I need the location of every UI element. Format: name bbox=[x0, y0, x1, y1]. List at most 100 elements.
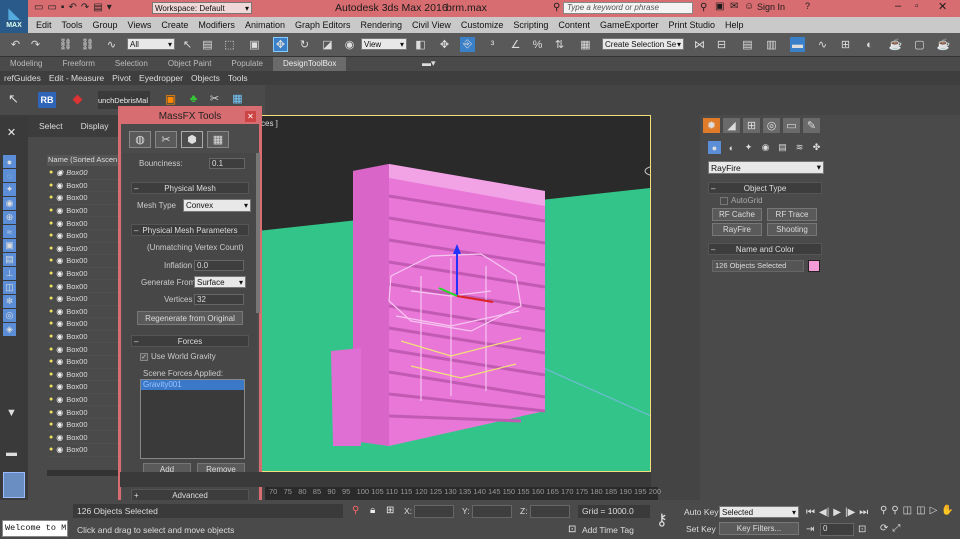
rb-button[interactable]: RB bbox=[38, 92, 56, 108]
scene-forces-list[interactable]: Gravity001 bbox=[140, 379, 245, 459]
tree-tool-icon[interactable]: ♣ bbox=[186, 91, 201, 106]
autogrid-checkbox[interactable]: AutoGrid bbox=[720, 196, 763, 205]
curve-editor-icon[interactable]: ∿ bbox=[815, 37, 830, 52]
select-object-icon[interactable]: ↖ bbox=[180, 37, 195, 52]
freeze-toggle-icon[interactable]: ◉ bbox=[56, 370, 63, 379]
scene-list-item[interactable]: ● ◉ Box00 bbox=[47, 431, 120, 445]
zoom-extents-icon[interactable]: ◫ bbox=[903, 505, 912, 519]
ribbon-tab-freeform[interactable]: Freeform bbox=[52, 57, 104, 71]
ribbon-options-icon[interactable]: ▬▾ bbox=[422, 58, 436, 69]
display-xrefs-icon[interactable]: ▤ bbox=[3, 253, 16, 266]
freeze-toggle-icon[interactable]: ◉ bbox=[56, 193, 63, 202]
material-editor-icon[interactable]: ◐ bbox=[862, 37, 877, 52]
utilities-tab-icon[interactable]: ✎ bbox=[803, 118, 820, 133]
menu-item-content[interactable]: Content bbox=[558, 20, 590, 30]
ribbon-tab-object-paint[interactable]: Object Paint bbox=[158, 57, 222, 71]
rf-trace-button[interactable]: RF Trace bbox=[767, 208, 817, 221]
modify-tab-icon[interactable]: ◢ bbox=[723, 118, 740, 133]
menu-item-create[interactable]: Create bbox=[161, 20, 188, 30]
mirror-icon[interactable]: ⋈ bbox=[692, 37, 707, 52]
scene-list-item[interactable]: ● ◉ Box00 bbox=[47, 318, 120, 331]
menu-item-tools[interactable]: Tools bbox=[62, 20, 83, 30]
visibility-bulb-icon[interactable]: ● bbox=[49, 308, 53, 315]
key-filter-selection-dropdown[interactable]: Selected ▾ bbox=[719, 506, 799, 518]
custom-tool-refguides[interactable]: refGuides bbox=[4, 73, 41, 83]
visibility-bulb-icon[interactable]: ● bbox=[49, 434, 53, 441]
angle-snap-icon[interactable]: ∠ bbox=[508, 37, 523, 52]
key-mode-icon[interactable]: ⇥ bbox=[806, 524, 814, 535]
create-category-dropdown[interactable]: RayFire ▾ bbox=[708, 161, 824, 174]
display-hidden-icon[interactable]: ◎ bbox=[3, 309, 16, 322]
fp-tool-icon[interactable]: ▣ bbox=[163, 91, 178, 106]
display-options-tab-icon[interactable]: ▦ bbox=[207, 131, 229, 148]
freeze-toggle-icon[interactable]: ◉ bbox=[56, 231, 63, 240]
grid-tool-icon[interactable]: ▦ bbox=[230, 91, 245, 106]
menu-item-rendering[interactable]: Rendering bbox=[361, 20, 403, 30]
field-of-view-icon[interactable]: ▷ bbox=[930, 505, 938, 519]
select-by-name-icon[interactable]: ▤ bbox=[200, 37, 215, 52]
visibility-bulb-icon[interactable]: ● bbox=[49, 320, 53, 327]
display-geometry-icon[interactable]: ● bbox=[3, 155, 16, 168]
display-cameras-icon[interactable]: ◉ bbox=[3, 197, 16, 210]
generate-from-dropdown[interactable]: Surface ▾ bbox=[194, 276, 246, 288]
display-tab-icon[interactable]: ▭ bbox=[783, 118, 800, 133]
binoculars-icon[interactable]: ⚲ bbox=[553, 2, 560, 13]
menu-item-modifiers[interactable]: Modifiers bbox=[198, 20, 235, 30]
visibility-bulb-icon[interactable]: ● bbox=[49, 270, 53, 277]
viewport-layout-button[interactable] bbox=[3, 472, 25, 498]
scene-list-item[interactable]: ● ◉ Box00 bbox=[47, 180, 120, 193]
menu-item-customize[interactable]: Customize bbox=[461, 20, 504, 30]
next-frame-icon[interactable]: |▶ bbox=[845, 507, 855, 518]
workspace-dropdown[interactable]: Workspace: Default ▾ bbox=[152, 2, 252, 14]
maximize-viewport-icon[interactable]: ⤢ bbox=[892, 523, 900, 537]
scene-list-item[interactable]: ● ◉ Box00 bbox=[47, 255, 120, 268]
custom-tool-objects[interactable]: Objects bbox=[191, 73, 220, 83]
render-production-icon[interactable]: ☕ bbox=[936, 37, 951, 52]
freeze-toggle-icon[interactable]: ◉ bbox=[56, 168, 63, 177]
render-setup-icon[interactable]: ☕ bbox=[888, 37, 903, 52]
current-frame-field[interactable]: 0 bbox=[820, 523, 854, 536]
pan-icon[interactable]: ✋ bbox=[941, 505, 953, 519]
scene-list-item[interactable]: ● ◉ Box00 bbox=[47, 343, 120, 356]
world-parameters-tab-icon[interactable]: ◍ bbox=[129, 131, 151, 148]
selection-filter-dropdown[interactable]: All ▾ bbox=[127, 38, 175, 50]
sign-in-link[interactable]: Sign In bbox=[757, 2, 785, 12]
scene-list-item[interactable]: ● ◉ Box00 bbox=[47, 217, 120, 230]
freeze-toggle-icon[interactable]: ◉ bbox=[56, 307, 63, 316]
multi-object-editor-tab-icon[interactable]: ⬢ bbox=[181, 131, 203, 148]
scene-list-item[interactable]: ● ◉ Box00 bbox=[47, 205, 120, 218]
spacewarps-icon[interactable]: ≋ bbox=[793, 141, 806, 154]
simulation-tools-tab-icon[interactable]: ✂ bbox=[155, 131, 177, 148]
rayfire-button[interactable]: RayFire bbox=[712, 223, 762, 236]
select-manipulate-icon[interactable]: ✥ bbox=[437, 37, 452, 52]
menu-item-scripting[interactable]: Scripting bbox=[513, 20, 548, 30]
scene-list-item[interactable]: ● ◉ Box00 bbox=[47, 280, 120, 293]
visibility-bulb-icon[interactable]: ● bbox=[49, 182, 53, 189]
shapes-icon[interactable]: ◐ bbox=[725, 141, 738, 154]
rectangular-selection-icon[interactable]: ⬚ bbox=[222, 37, 237, 52]
freeze-toggle-icon[interactable]: ◉ bbox=[56, 244, 63, 253]
filter-funnel-icon[interactable]: ▼ bbox=[4, 405, 19, 420]
visibility-bulb-icon[interactable]: ● bbox=[49, 346, 53, 353]
zoom-icon[interactable]: ⚲ bbox=[880, 505, 887, 519]
freeze-toggle-icon[interactable]: ◉ bbox=[56, 319, 63, 328]
scene-explorer-column-header[interactable]: Name (Sorted Ascen bbox=[47, 155, 120, 166]
time-tag-icon[interactable]: ⊡ bbox=[568, 524, 576, 535]
search-icon[interactable]: ⚲ bbox=[700, 2, 707, 13]
freeze-toggle-icon[interactable]: ◉ bbox=[56, 256, 63, 265]
menu-item-graph-editors[interactable]: Graph Editors bbox=[295, 20, 351, 30]
ribbon-tab-modeling[interactable]: Modeling bbox=[0, 57, 52, 71]
systems-icon[interactable]: ✤ bbox=[810, 141, 823, 154]
name-color-rollout-header[interactable]: – Name and Color bbox=[708, 243, 822, 255]
regenerate-from-original-button[interactable]: Regenerate from Original bbox=[137, 311, 243, 325]
menu-item-civil-view[interactable]: Civil View bbox=[412, 20, 451, 30]
auto-key-button[interactable]: Auto Key bbox=[684, 507, 719, 517]
y-coordinate-field[interactable] bbox=[472, 505, 512, 518]
cameras-icon[interactable]: ◉ bbox=[759, 141, 772, 154]
inflation-field[interactable]: 0.0 bbox=[194, 260, 244, 271]
rotate-icon[interactable]: ↻ bbox=[297, 37, 312, 52]
visibility-bulb-icon[interactable]: ● bbox=[49, 409, 53, 416]
align-icon[interactable]: ⊟ bbox=[714, 37, 729, 52]
visibility-bulb-icon[interactable]: ● bbox=[49, 283, 53, 290]
subscription-icon[interactable]: ▣ bbox=[715, 1, 724, 12]
